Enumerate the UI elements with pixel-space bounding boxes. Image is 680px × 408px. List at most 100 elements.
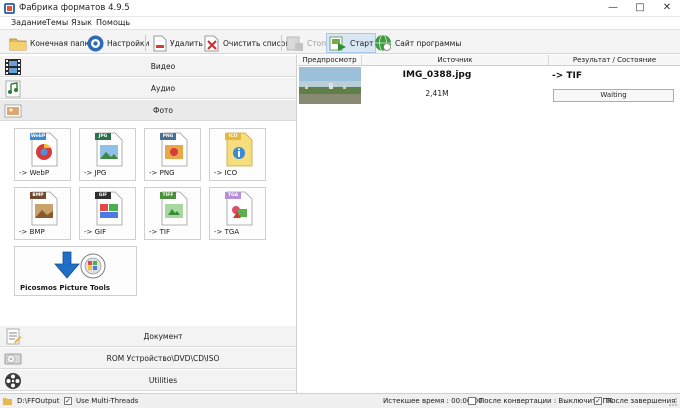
category-utilities-label: Utilities <box>148 376 178 385</box>
format-tile-bmp[interactable]: BMP -> BMP <box>14 187 71 240</box>
format-tag: TGA <box>225 192 241 199</box>
toolbar-separator <box>145 35 146 51</box>
format-tile-gif[interactable]: GIF -> GIF <box>79 187 136 240</box>
delete-file-icon <box>153 35 167 51</box>
resize-grip-icon[interactable] <box>669 398 678 407</box>
format-tag: ICO <box>225 133 241 140</box>
start-button[interactable]: Старт <box>326 33 377 53</box>
folder-icon <box>9 38 27 50</box>
delete-label: Удалить <box>170 38 203 48</box>
format-tile-png[interactable]: PNG -> PNG <box>144 128 201 181</box>
category-document-label: Документ <box>143 332 183 341</box>
category-utilities[interactable]: Utilities <box>0 369 296 391</box>
column-header-result[interactable]: Результат / Состояние <box>549 55 680 66</box>
title-bar: Фабрика форматов 4.9.5 — □ ✕ <box>0 0 680 17</box>
target-format: -> TIF <box>552 71 583 81</box>
maximize-button[interactable]: □ <box>627 0 653 16</box>
category-audio-label: Аудио <box>150 84 176 93</box>
category-rom-device[interactable]: ROM Устройство\DVD\CD\ISO <box>0 347 296 369</box>
globe-icon <box>375 34 391 52</box>
multithreads-checkbox[interactable]: ✓ <box>64 397 72 405</box>
clear-list-icon <box>204 35 219 51</box>
output-path[interactable]: D:\FFOutput <box>17 396 59 407</box>
stop-label: Стоп <box>307 38 327 48</box>
utilities-reel-icon <box>5 373 21 389</box>
format-label: -> BMP <box>19 228 45 236</box>
toolbar: Конечная папка Настройки Удалить Очистит… <box>0 29 680 54</box>
close-button[interactable]: ✕ <box>654 0 680 16</box>
website-label: Сайт программы <box>395 38 462 48</box>
format-tile-tga[interactable]: TGA -> TGA <box>209 187 266 240</box>
after-finish-label: После завершения <box>606 397 676 405</box>
stop-button[interactable]: Стоп <box>286 33 326 53</box>
stop-icon <box>286 36 303 51</box>
category-panel: Видео Аудио Фото WebP -> WebP JPG -> JPG… <box>0 55 297 393</box>
format-tile-jpg[interactable]: JPG -> JPG <box>79 128 136 181</box>
picosmos-icon <box>54 251 106 279</box>
start-icon <box>329 36 346 51</box>
settings-gear-icon <box>87 35 104 51</box>
format-label: -> WebP <box>19 169 50 177</box>
optical-drive-icon <box>4 353 22 365</box>
multithreads-label: Use Multi-Threads <box>76 397 139 405</box>
file-list-panel: Предпросмотр Источник Результат / Состоя… <box>298 55 680 393</box>
output-folder-label: Конечная папка <box>30 38 94 48</box>
format-tag: WebP <box>30 133 46 140</box>
category-video[interactable]: Видео <box>0 55 296 77</box>
menu-help[interactable]: Помощь <box>96 17 130 29</box>
format-label: -> TGA <box>214 228 240 236</box>
file-thumbnail <box>299 67 361 104</box>
picosmos-picture-tools-tile[interactable]: Picosmos Picture Tools <box>14 246 137 296</box>
format-tile-ico[interactable]: ICO -> ICO <box>209 128 266 181</box>
website-button[interactable]: Сайт программы <box>374 33 461 53</box>
menu-language[interactable]: Язык <box>71 17 92 29</box>
category-rom-device-label: ROM Устройство\DVD\CD\ISO <box>106 354 220 363</box>
format-label: -> TIF <box>149 228 170 236</box>
format-tag: GIF <box>95 192 111 199</box>
format-tag: TIFF <box>160 192 176 199</box>
after-convert-label: После конвертации : Выключить ПК <box>479 397 613 405</box>
format-label: -> GIF <box>84 228 107 236</box>
file-size: 2,41M <box>425 89 449 98</box>
status-bar: D:\FFOutput ✓ Use Multi-Threads Истекшее… <box>0 393 680 408</box>
settings-label: Настройки <box>107 38 150 48</box>
column-header-source[interactable]: Источник <box>362 55 549 66</box>
photo-icon <box>4 104 22 118</box>
column-header-preview[interactable]: Предпросмотр <box>298 55 362 66</box>
category-document[interactable]: Документ <box>0 325 296 347</box>
category-video-label: Видео <box>150 62 176 71</box>
table-row[interactable]: IMG_0388.jpg 2,41M -> TIF Waiting <box>298 66 680 106</box>
settings-button[interactable]: Настройки <box>87 33 149 53</box>
after-convert-checkbox[interactable] <box>468 397 476 405</box>
menu-bar: Задание Темы Язык Помощь <box>0 17 680 29</box>
file-name: IMG_0388.jpg <box>402 70 472 80</box>
format-label: -> ICO <box>214 169 238 177</box>
format-tag: PNG <box>160 133 176 140</box>
format-tag: JPG <box>95 133 111 140</box>
window-title: Фабрика форматов 4.9.5 <box>19 3 130 13</box>
format-tile-tif[interactable]: TIFF -> TIF <box>144 187 201 240</box>
conversion-status: Waiting <box>553 89 674 102</box>
format-label: -> PNG <box>149 169 175 177</box>
category-photo-label: Фото <box>152 106 173 115</box>
delete-button[interactable]: Удалить <box>153 33 203 53</box>
category-audio[interactable]: Аудио <box>0 77 296 99</box>
menu-themes[interactable]: Темы <box>46 17 68 29</box>
minimize-button[interactable]: — <box>600 0 626 16</box>
format-label: -> JPG <box>84 169 107 177</box>
after-finish-checkbox[interactable]: ✓ <box>594 397 602 405</box>
document-icon <box>6 328 22 345</box>
app-logo-icon <box>4 3 15 14</box>
film-strip-icon <box>5 59 21 75</box>
clear-list-button[interactable]: Очистить список <box>204 33 290 53</box>
format-tile-webp[interactable]: WebP -> WebP <box>14 128 71 181</box>
music-note-icon <box>5 80 21 98</box>
picosmos-label: Picosmos Picture Tools <box>20 284 111 292</box>
category-photo[interactable]: Фото <box>0 99 296 121</box>
toolbar-separator <box>281 35 282 51</box>
folder-icon <box>3 398 12 405</box>
output-folder-button[interactable]: Конечная папка <box>9 33 94 53</box>
menu-task[interactable]: Задание <box>11 17 47 29</box>
clear-list-label: Очистить список <box>223 38 290 48</box>
start-label: Старт <box>350 38 374 48</box>
